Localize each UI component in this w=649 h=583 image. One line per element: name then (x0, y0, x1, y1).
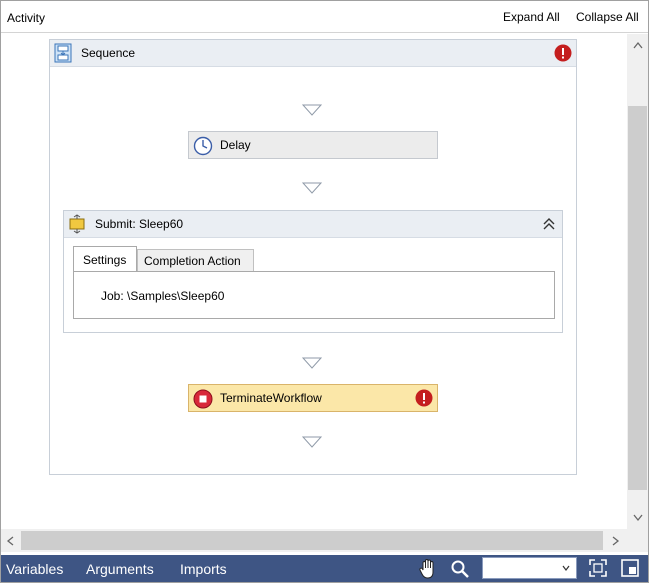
chevron-up-icon[interactable] (542, 217, 556, 231)
imports-tab[interactable]: Imports (180, 561, 227, 577)
designer-canvas[interactable]: Sequence Delay Submit: Sleep60 Settings … (1, 34, 627, 529)
error-icon[interactable] (554, 44, 572, 62)
scroll-left-icon[interactable] (6, 536, 14, 546)
drop-target-arrow[interactable] (302, 182, 322, 194)
delay-activity[interactable]: Delay (188, 131, 438, 159)
delay-label: Delay (220, 138, 251, 152)
designer-bottombar: Variables Arguments Imports (1, 555, 648, 582)
drop-target-arrow[interactable] (302, 357, 322, 369)
submit-job-icon (69, 214, 85, 234)
scroll-right-icon[interactable] (612, 536, 620, 546)
terminate-workflow-activity[interactable]: TerminateWorkflow (188, 384, 438, 412)
variables-tab[interactable]: Variables (6, 561, 63, 577)
drop-target-arrow[interactable] (302, 104, 322, 116)
submit-header[interactable]: Submit: Sleep60 (64, 211, 562, 238)
scroll-down-icon[interactable] (633, 514, 643, 522)
tab-settings-label: Settings (83, 253, 127, 267)
workflow-designer: Activity Expand All Collapse All Sequenc… (0, 0, 649, 583)
overview-map-icon[interactable] (620, 558, 640, 578)
scrollbar-corner (627, 529, 648, 552)
settings-panel: Job: \Samples\Sleep60 (73, 271, 555, 319)
magnifier-icon[interactable] (450, 559, 470, 579)
sequence-header[interactable]: Sequence (50, 40, 576, 67)
tab-settings[interactable]: Settings (73, 246, 137, 272)
tab-completion-action[interactable]: Completion Action (137, 249, 254, 272)
fit-to-screen-icon[interactable] (588, 558, 608, 578)
horizontal-scrollbar[interactable] (1, 529, 627, 552)
clock-icon (193, 136, 213, 156)
job-path-label: Job: \Samples\Sleep60 (101, 289, 225, 303)
submit-label: Submit: Sleep60 (95, 217, 184, 231)
hand-pan-icon[interactable] (417, 558, 439, 580)
breadcrumb-activity[interactable]: Activity (7, 11, 45, 25)
expand-all-button[interactable]: Expand All (503, 10, 560, 24)
terminate-label: TerminateWorkflow (220, 391, 322, 405)
error-icon[interactable] (415, 389, 433, 407)
sequence-label: Sequence (81, 46, 136, 60)
drop-target-arrow[interactable] (302, 436, 322, 448)
scroll-up-icon[interactable] (633, 41, 643, 49)
vertical-scroll-thumb[interactable] (628, 106, 647, 490)
zoom-dropdown[interactable] (482, 557, 577, 579)
chevron-down-icon (562, 565, 570, 571)
sequence-icon (54, 43, 72, 63)
submit-activity[interactable]: Submit: Sleep60 Settings Completion Acti… (63, 210, 563, 333)
arguments-tab[interactable]: Arguments (86, 561, 154, 577)
collapse-all-button[interactable]: Collapse All (576, 10, 639, 24)
horizontal-scroll-thumb[interactable] (21, 531, 603, 550)
designer-topbar: Activity Expand All Collapse All (1, 1, 648, 33)
stop-icon (193, 389, 213, 409)
tab-completion-label: Completion Action (144, 254, 241, 268)
vertical-scrollbar[interactable] (627, 34, 648, 529)
